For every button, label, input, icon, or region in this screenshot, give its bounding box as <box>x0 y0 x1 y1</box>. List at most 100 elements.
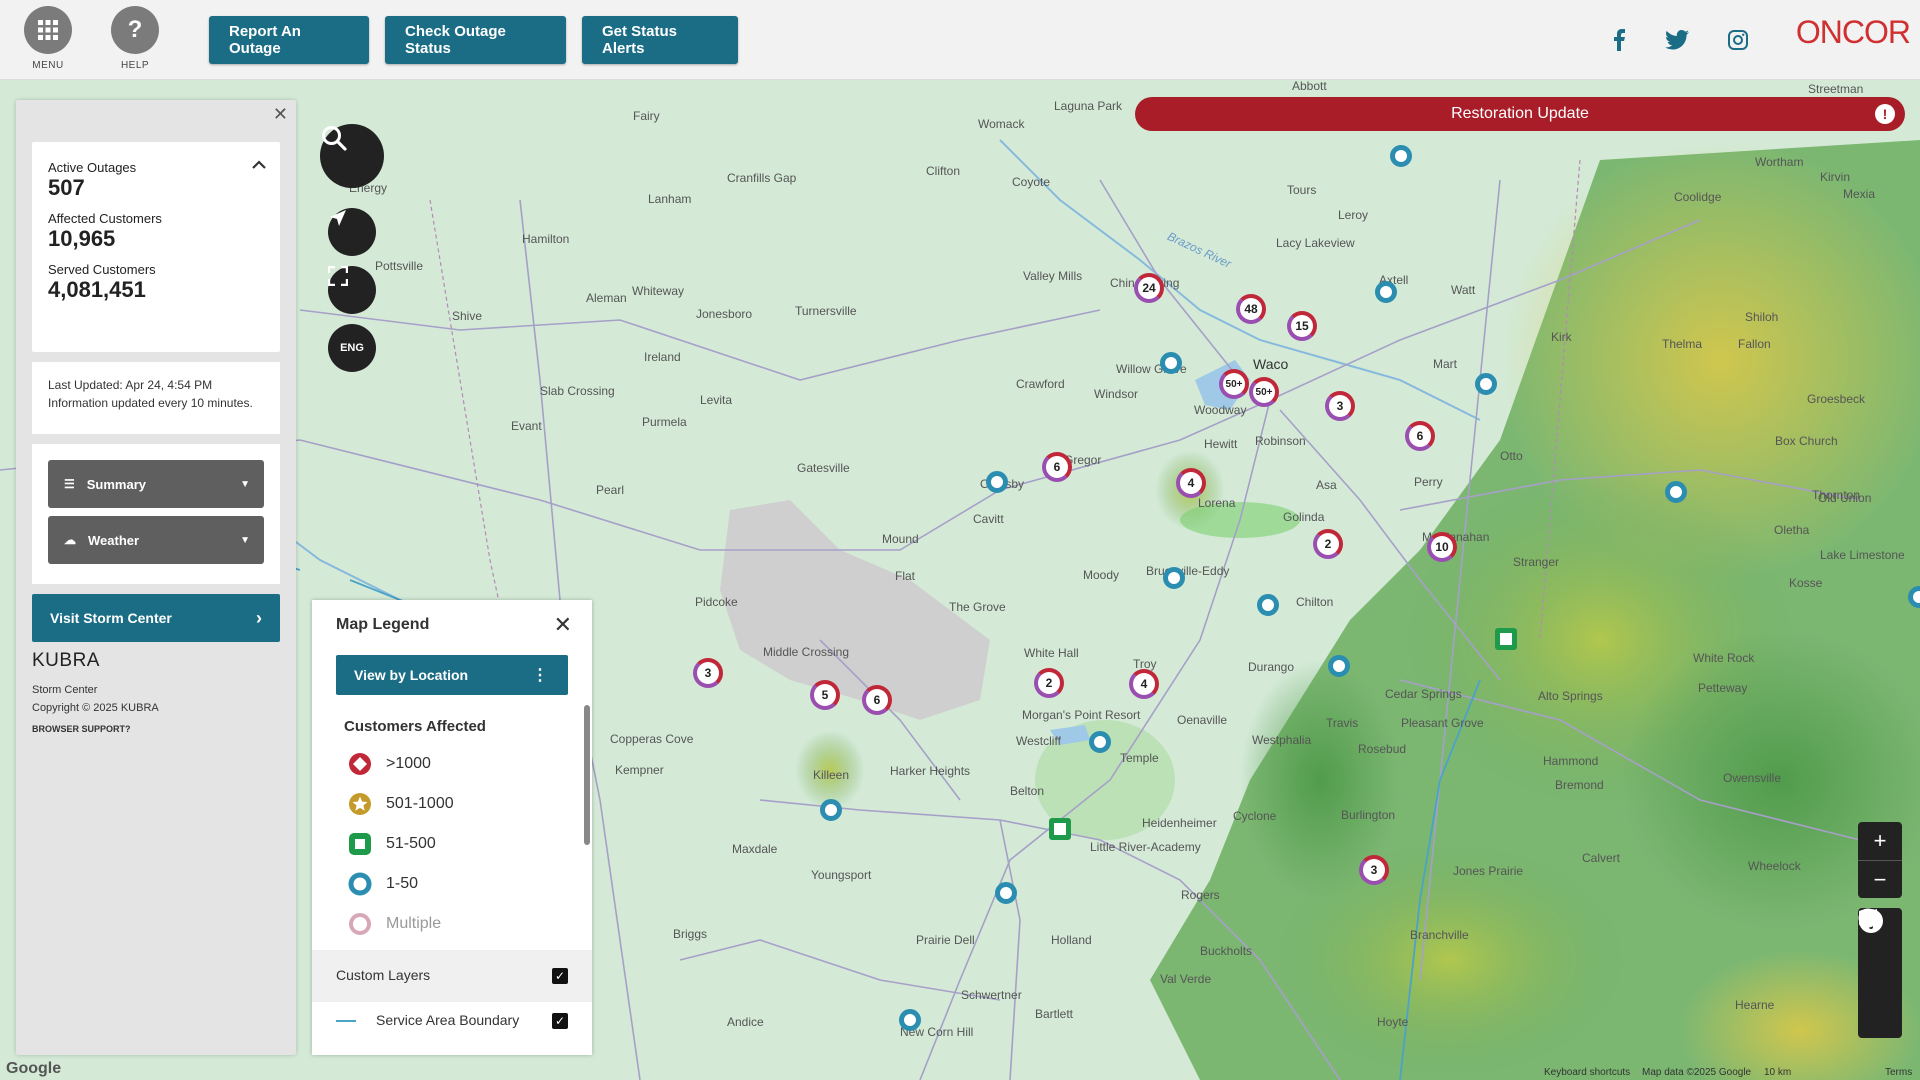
outage-marker-multiple[interactable]: 5 <box>810 680 840 710</box>
town-label: Bruceville-Eddy <box>1146 564 1230 578</box>
outage-marker-1-50[interactable] <box>1665 481 1687 503</box>
dropdown-card: ☰ Summary ▼ ☁ Weather ▼ <box>32 444 280 584</box>
town-label: Whiteway <box>632 284 685 298</box>
instagram-icon[interactable] <box>1724 26 1752 54</box>
town-label: Rogers <box>1181 888 1220 902</box>
town-label: Chilton <box>1296 595 1334 609</box>
town-label: Middle Crossing <box>763 645 850 659</box>
outage-marker-multiple[interactable]: 10 <box>1427 532 1457 562</box>
facebook-icon[interactable] <box>1605 26 1633 54</box>
blue-circle-icon <box>348 872 372 896</box>
town-label: Westphalia <box>1252 733 1312 747</box>
outage-marker-multiple[interactable]: 3 <box>693 658 723 688</box>
outage-marker-1-50[interactable] <box>899 1009 921 1031</box>
browser-support-link[interactable]: BROWSER SUPPORT? <box>32 724 131 734</box>
outage-marker-multiple[interactable]: 6 <box>1405 421 1435 451</box>
outage-marker-multiple[interactable]: 2 <box>1313 529 1343 559</box>
town-label: The Grove <box>949 600 1006 614</box>
town-label: Old Union <box>1818 491 1872 505</box>
served-customers-label: Served Customers <box>48 262 156 277</box>
outage-marker-multiple[interactable]: 3 <box>1359 855 1389 885</box>
globe-button[interactable] <box>1858 908 1902 1036</box>
multiple-ring-icon <box>348 912 372 936</box>
service-area-boundary-checkbox[interactable]: ✓ <box>552 1013 568 1029</box>
town-label: Lanham <box>648 192 692 206</box>
custom-layers-checkbox[interactable]: ✓ <box>552 968 568 984</box>
outage-marker-multiple[interactable]: 6 <box>1042 452 1072 482</box>
outage-marker-1-50[interactable] <box>1328 655 1350 677</box>
outage-marker-multiple[interactable]: 4 <box>1129 669 1159 699</box>
kebab-menu-icon[interactable]: ⋮ <box>532 665 548 685</box>
town-label: Coyote <box>1012 175 1051 189</box>
chevron-up-icon[interactable] <box>252 156 266 172</box>
town-label: Burlington <box>1341 808 1396 822</box>
town-label: Box Church <box>1775 434 1838 448</box>
map-tools <box>1858 908 1902 1038</box>
town-label: Windsor <box>1094 387 1139 401</box>
outage-marker-51-500[interactable] <box>1495 628 1517 650</box>
map-legend: Map Legend ✕ View by Location ⋮ Customer… <box>312 600 592 1055</box>
town-label: Val Verde <box>1160 972 1212 986</box>
outage-marker-multiple[interactable]: 6 <box>862 685 892 715</box>
legend-scrollbar[interactable] <box>584 705 590 845</box>
twitter-icon[interactable] <box>1663 26 1691 54</box>
outage-marker-multiple[interactable]: 50+ <box>1249 377 1279 407</box>
help-button[interactable]: ? HELP <box>103 6 167 71</box>
town-label: Aleman <box>586 291 627 305</box>
check-outage-status-button[interactable]: Check Outage Status <box>385 16 566 64</box>
chevron-right-icon: › <box>256 607 262 628</box>
outage-marker-1-50[interactable] <box>1257 594 1279 616</box>
visit-storm-center-button[interactable]: Visit Storm Center › <box>32 594 280 642</box>
legend-label: 501-1000 <box>386 795 454 812</box>
search-button[interactable] <box>320 124 384 188</box>
view-by-location-button[interactable]: View by Location ⋮ <box>336 655 568 695</box>
zoom-out-button[interactable]: − <box>1858 860 1902 898</box>
outage-marker-1-50[interactable] <box>820 799 842 821</box>
outage-marker-1-50[interactable] <box>1475 373 1497 395</box>
town-label: Evant <box>511 419 542 433</box>
outage-marker-1-50[interactable] <box>986 471 1008 493</box>
town-label: Moody <box>1083 568 1120 582</box>
outage-marker-1-50[interactable] <box>1160 352 1182 374</box>
town-label: Oletha <box>1774 523 1810 537</box>
summary-dropdown[interactable]: ☰ Summary ▼ <box>48 460 264 508</box>
town-label: Travis <box>1326 716 1359 730</box>
outage-marker-1-50[interactable] <box>1375 281 1397 303</box>
outage-marker-1-50[interactable] <box>1089 731 1111 753</box>
outage-marker-1-50[interactable] <box>995 882 1017 904</box>
weather-dropdown[interactable]: ☁ Weather ▼ <box>48 516 264 564</box>
outage-marker-multiple[interactable]: 24 <box>1134 273 1164 303</box>
close-icon[interactable]: ✕ <box>273 104 288 125</box>
outage-marker-multiple[interactable]: 15 <box>1287 311 1317 341</box>
town-label: Shiloh <box>1745 310 1779 324</box>
outage-marker-multiple[interactable]: 3 <box>1325 391 1355 421</box>
fullscreen-button[interactable] <box>328 266 376 314</box>
oncor-logo[interactable]: ONCOR <box>1796 14 1911 51</box>
legend-item-1-50: 1-50 <box>348 872 418 896</box>
town-label: Ireland <box>644 350 681 364</box>
outage-marker-multiple[interactable]: 48 <box>1236 294 1266 324</box>
menu-button[interactable]: MENU <box>16 6 80 71</box>
outage-marker-1-50[interactable] <box>1390 145 1412 167</box>
zoom-in-button[interactable]: + <box>1858 822 1902 860</box>
keyboard-shortcuts-link[interactable]: Keyboard shortcuts <box>1544 1067 1630 1078</box>
outage-marker-51-500[interactable] <box>1049 818 1071 840</box>
report-outage-button[interactable]: Report An Outage <box>209 16 369 64</box>
get-status-alerts-button[interactable]: Get Status Alerts <box>582 16 738 64</box>
grid-menu-icon <box>24 6 72 54</box>
close-icon[interactable]: ✕ <box>554 612 572 638</box>
outage-marker-multiple[interactable]: 2 <box>1034 668 1064 698</box>
outage-marker-multiple[interactable]: 4 <box>1176 468 1206 498</box>
town-label: Belton <box>1010 784 1045 798</box>
terms-link[interactable]: Terms <box>1885 1067 1912 1078</box>
outage-marker-1-50[interactable] <box>1163 567 1185 589</box>
town-label: Lake Limestone <box>1820 548 1905 562</box>
town-label: Asa <box>1316 478 1337 492</box>
map-layers-button[interactable] <box>1858 909 1902 994</box>
restoration-update-banner[interactable]: Restoration Update ! <box>1135 97 1905 131</box>
town-label: Bremond <box>1555 778 1604 792</box>
outage-marker-multiple[interactable]: 50+ <box>1219 369 1249 399</box>
custom-layers-row[interactable]: Custom Layers ✓ <box>312 950 592 1002</box>
locate-button[interactable] <box>328 208 376 256</box>
language-button[interactable]: ENG <box>328 324 376 372</box>
